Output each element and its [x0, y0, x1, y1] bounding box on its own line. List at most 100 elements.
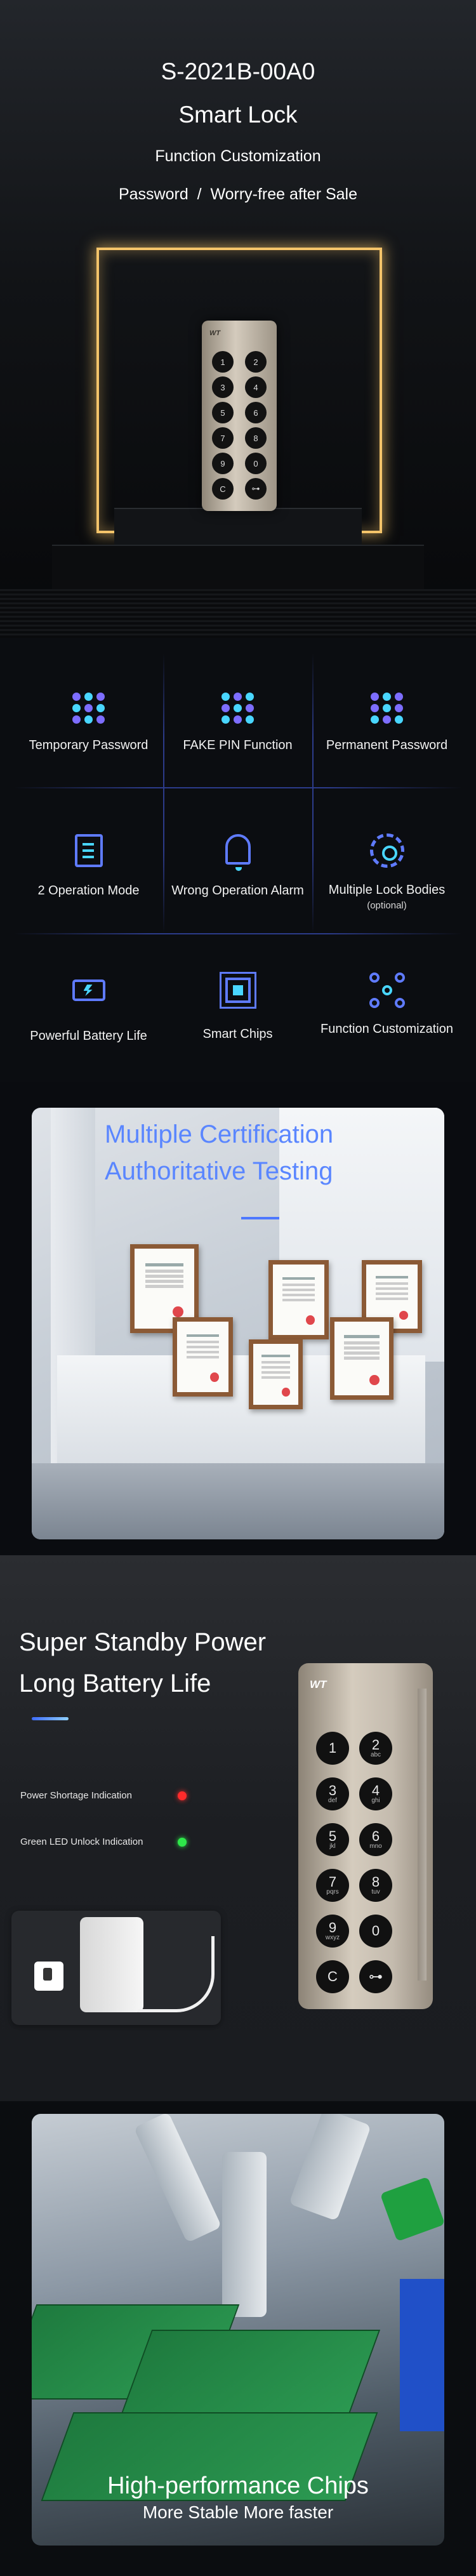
lock-brand-logo: WT [209, 329, 221, 337]
keypad-key: 5 jkl [316, 1823, 349, 1856]
grid-divider [14, 787, 462, 788]
key-digit: 4 [371, 1783, 380, 1798]
battery-title-line1: Super Standby Power [19, 1628, 267, 1656]
keypad-key: 1 [316, 1732, 349, 1765]
keypad-key: ⊶ [359, 1960, 392, 1993]
battery-title-line2: Long Battery Life [19, 1670, 211, 1697]
key-digit: 8 [371, 1874, 380, 1890]
certification-section: Multiple Certification Authoritative Tes… [0, 1082, 476, 1555]
usb-cable [138, 1936, 215, 2012]
key-letters: pqrs [326, 1889, 339, 1895]
model-title: S-2021B-00A0 [161, 58, 315, 84]
feature-label: Wrong Operation Alarm [171, 884, 304, 898]
feature-label: Permanent Password [326, 738, 448, 752]
hero-key: 5 [212, 402, 234, 423]
keypad-key: 6 mno [359, 1823, 392, 1856]
key-letters: def [328, 1797, 337, 1804]
power-bank [80, 1917, 143, 2012]
hero-lock-image: WT 12 34 56 78 90 C ⊶ [202, 321, 277, 511]
chips-section: High-performance Chips More Stable More … [0, 2101, 476, 2576]
battery-charge-icon [70, 979, 108, 1018]
dots-grid-icon [368, 689, 406, 727]
camera-module [380, 2176, 444, 2242]
hero-key: ⊶ [245, 478, 267, 500]
features-section: Temporary Password FAKE PIN Function Per… [0, 638, 476, 1082]
tagline: Function Customization [155, 147, 321, 165]
green-led-unlock-indication: Green LED Unlock Indication [20, 1836, 143, 1847]
key-digit: ⊶ [369, 1969, 383, 1984]
key-digit: C [327, 1969, 338, 1984]
robot-arm [222, 2152, 267, 2317]
lock-brand-logo: WT [310, 1678, 327, 1690]
hero-key: 6 [245, 402, 267, 423]
feature-permanent-password: Permanent Password [312, 689, 461, 753]
title-accent-line [32, 1717, 69, 1720]
hero-key: 7 [212, 427, 234, 449]
key-digit: 2 [371, 1737, 380, 1753]
bell-icon [219, 834, 257, 872]
hero-key: 1 [212, 351, 234, 373]
feature-label: Function Customization [321, 1022, 453, 1036]
feature-sublabel: (optional) [367, 900, 407, 911]
network-icon [368, 973, 406, 1011]
key-digit: 1 [328, 1740, 337, 1756]
key-letters: mno [369, 1843, 382, 1850]
robot-arm [133, 2114, 222, 2243]
battery-section: Super Standby Power Long Battery Life Po… [0, 1555, 476, 2101]
key-letters: tuv [371, 1889, 380, 1895]
key-digit: 7 [328, 1874, 337, 1890]
hero-section: S-2021B-00A0 Smart Lock Function Customi… [0, 0, 476, 638]
feature-temporary-password: Temporary Password [14, 689, 163, 753]
red-led-icon [178, 1791, 187, 1800]
feature-function-customization: Function Customization [312, 971, 461, 1037]
document-icon [70, 834, 108, 872]
feature-battery-life: Powerful Battery Life [14, 971, 163, 1044]
product-page: S-2021B-00A0 Smart Lock Function Customi… [0, 0, 476, 2576]
feature-label: FAKE PIN Function [183, 738, 293, 752]
feature-smart-chips: Smart Chips [163, 971, 312, 1042]
key-digit: 3 [328, 1783, 337, 1798]
hero-key: 9 [212, 453, 234, 474]
title-underline [241, 1217, 279, 1219]
keypad-key: 7 pqrs [316, 1869, 349, 1902]
feature-operation-mode: 2 Operation Mode [14, 832, 163, 898]
lock-keypad: 1 2 abc 3 def 4 ghi 5 jkl 6 mno 7 pqrs 8 tuv 9 wxyz 0 C ⊶ [316, 1732, 395, 1993]
hero-key: 8 [245, 427, 267, 449]
certificate-frame [268, 1260, 329, 1339]
power-bank-card [11, 1911, 221, 2025]
hero-key: C [212, 478, 234, 500]
keypad-key: C [316, 1960, 349, 1993]
key-letters: wxyz [325, 1934, 340, 1941]
key-digit: 5 [328, 1828, 337, 1844]
hero-keypad: 12 34 56 78 90 C ⊶ [212, 351, 269, 500]
usb-plug-icon [34, 1962, 63, 1991]
certification-title-line2: Authoritative Testing [105, 1157, 333, 1185]
smart-lock-image: WT 1 2 abc 3 def 4 ghi 5 jkl 6 mno 7 pqrs 8 tuv 9 wxyz 0 C… [298, 1663, 433, 2009]
key-letters: abc [370, 1751, 381, 1758]
hero-key: 2 [245, 351, 267, 373]
features-grid: Temporary Password FAKE PIN Function Per… [14, 654, 462, 1066]
certification-image: Multiple Certification Authoritative Tes… [32, 1108, 444, 1539]
hero-key: 4 [245, 376, 267, 398]
keypad-key: 4 ghi [359, 1777, 392, 1810]
chip-icon [219, 978, 257, 1016]
feature-label: 2 Operation Mode [37, 884, 140, 898]
hero-key: 3 [212, 376, 234, 398]
chips-subtitle: More Stable More faster [142, 2502, 334, 2522]
feature-fake-pin: FAKE PIN Function [163, 689, 312, 753]
key-digit: 6 [371, 1828, 380, 1844]
product-title: Smart Lock [178, 102, 298, 128]
water-reflection [0, 589, 476, 638]
keypad-key: 0 [359, 1915, 392, 1948]
keypad-key: 9 wxyz [316, 1915, 349, 1948]
key-letters: ghi [371, 1797, 380, 1804]
key-digit: 0 [371, 1923, 380, 1939]
floor-shadow [32, 1463, 444, 1539]
grid-divider [14, 933, 462, 934]
feature-wrong-operation-alarm: Wrong Operation Alarm [163, 832, 312, 898]
feature-multiple-lock-bodies: Multiple Lock Bodies (optional) [312, 832, 461, 911]
gear-icon [368, 833, 406, 872]
green-led-icon [178, 1838, 187, 1847]
certificate-frame [249, 1339, 303, 1409]
keypad-key: 2 abc [359, 1732, 392, 1765]
